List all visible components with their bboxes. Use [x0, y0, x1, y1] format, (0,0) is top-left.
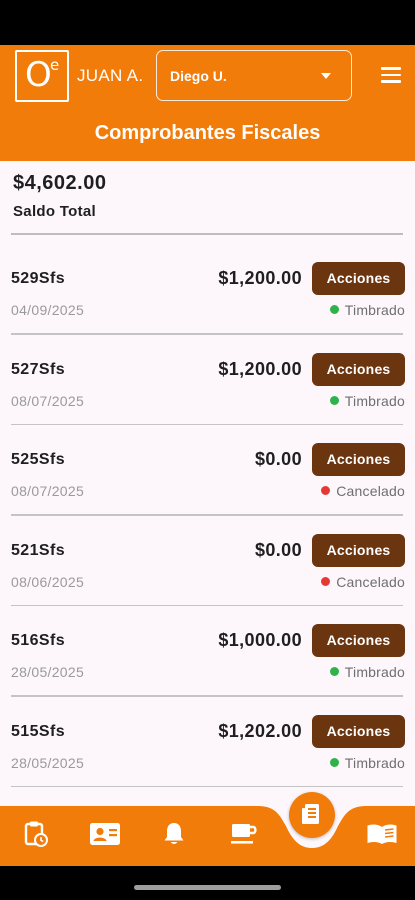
bottom-navigation	[0, 792, 415, 866]
status-badge: Timbrado	[329, 302, 405, 318]
status-badge: Cancelado	[321, 483, 405, 499]
invoice-row[interactable]: 516Sfs $1,000.00 Acciones 28/05/2025 Tim…	[0, 606, 415, 697]
contact-card-icon[interactable]	[88, 818, 122, 850]
home-indicator[interactable]	[134, 885, 281, 890]
invoice-amount: $1,202.00	[218, 720, 302, 741]
status-dot-icon	[329, 395, 339, 405]
invoice-date: 08/07/2025	[11, 483, 85, 499]
system-navigation-bar	[0, 866, 415, 900]
invoice-row[interactable]: 521Sfs $0.00 Acciones 08/06/2025 Cancela…	[0, 516, 415, 606]
invoice-folio: 515Sfs	[11, 722, 65, 740]
actions-button[interactable]: Acciones	[312, 352, 405, 386]
status-text: Timbrado	[344, 664, 405, 680]
open-book-icon[interactable]	[365, 818, 399, 850]
user-name: JUAN A.	[77, 66, 144, 85]
actions-button[interactable]: Acciones	[312, 443, 405, 476]
balance-summary: $4,602.00 Saldo Total	[13, 172, 403, 220]
row-divider	[11, 785, 403, 787]
bell-icon[interactable]	[158, 818, 190, 850]
divider	[11, 233, 403, 235]
logo-superscript: e	[50, 56, 60, 74]
actions-button[interactable]: Acciones	[312, 533, 405, 567]
invoice-amount: $1,200.00	[218, 358, 302, 379]
invoice-amount: $1,000.00	[218, 630, 302, 650]
hamburger-menu-icon[interactable]	[381, 67, 401, 83]
coffee-cup-icon[interactable]	[228, 818, 260, 850]
invoice-list: 529Sfs $1,200.00 Acciones 04/09/2025 Tim…	[0, 244, 415, 787]
status-badge: Timbrado	[329, 392, 405, 409]
invoice-date: 04/09/2025	[11, 302, 85, 318]
invoice-folio: 521Sfs	[11, 541, 65, 559]
status-text: Timbrado	[344, 754, 405, 771]
invoice-date: 08/06/2025	[11, 573, 85, 590]
status-text: Timbrado	[344, 392, 405, 409]
invoice-amount: $1,200.00	[218, 268, 302, 288]
total-balance-amount: $4,602.00	[13, 172, 107, 194]
actions-button[interactable]: Acciones	[312, 714, 405, 748]
user-select-dropdown[interactable]: Diego U.	[156, 50, 352, 101]
status-dot-icon	[329, 305, 339, 314]
page-title: Comprobantes Fiscales	[94, 122, 321, 144]
invoice-row[interactable]: 515Sfs $1,202.00 Acciones 28/05/2025 Tim…	[0, 697, 415, 787]
app-logo: O e	[15, 50, 69, 102]
total-balance-label: Saldo Total	[13, 203, 97, 220]
status-dot-icon	[321, 576, 331, 586]
status-text: Timbrado	[344, 302, 405, 318]
invoice-folio: 529Sfs	[11, 270, 65, 287]
status-text: Cancelado	[336, 573, 405, 590]
status-dot-icon	[329, 757, 339, 767]
invoice-date: 28/05/2025	[11, 664, 85, 680]
status-badge: Cancelado	[321, 574, 405, 590]
invoice-amount: $0.00	[254, 539, 302, 560]
status-dot-icon	[329, 667, 339, 676]
invoice-folio: 527Sfs	[11, 360, 65, 378]
invoice-date: 28/05/2025	[11, 754, 85, 771]
invoice-amount: $0.00	[254, 449, 302, 469]
invoice-folio: 525Sfs	[11, 451, 65, 468]
clipboard-clock-icon[interactable]	[20, 818, 52, 850]
bottom-nav-background	[0, 806, 415, 866]
app-header: O e JUAN A. Diego U. Comprobantes Fiscal…	[0, 45, 415, 161]
status-bar	[0, 0, 415, 45]
invoice-row[interactable]: 525Sfs $0.00 Acciones 08/07/2025 Cancela…	[0, 425, 415, 516]
invoice-row[interactable]: 527Sfs $1,200.00 Acciones 08/07/2025 Tim…	[0, 335, 415, 425]
invoice-row[interactable]: 529Sfs $1,200.00 Acciones 04/09/2025 Tim…	[0, 244, 415, 335]
logo-letter: O	[25, 55, 52, 95]
actions-button[interactable]: Acciones	[312, 624, 405, 657]
status-dot-icon	[321, 486, 331, 495]
status-badge: Timbrado	[329, 664, 405, 680]
status-badge: Timbrado	[329, 754, 405, 771]
invoice-folio: 516Sfs	[11, 632, 65, 649]
caret-down-icon	[321, 73, 331, 79]
dropdown-value: Diego U.	[170, 68, 227, 84]
invoice-date: 08/07/2025	[11, 392, 85, 409]
receipt-icon[interactable]	[289, 792, 335, 838]
actions-button[interactable]: Acciones	[312, 262, 405, 295]
status-text: Cancelado	[336, 483, 405, 499]
